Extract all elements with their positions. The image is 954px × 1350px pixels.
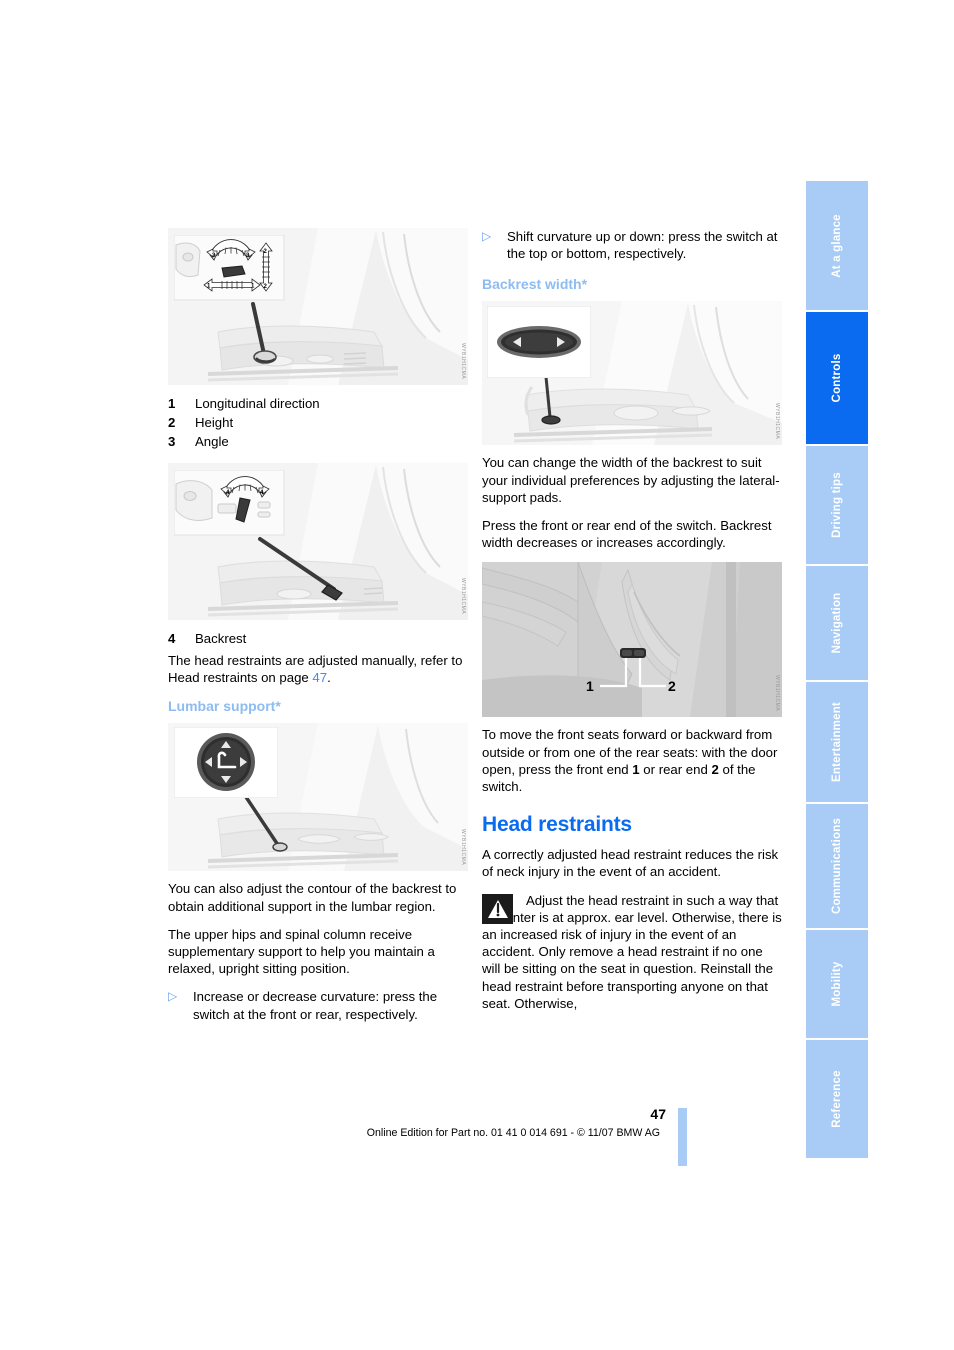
section-tab-label: Navigation: [831, 592, 843, 654]
section-tab-label: Entertainment: [831, 702, 843, 782]
section-tab-label: Communications: [831, 817, 843, 915]
heading-backrest-width: Backrest width*: [482, 276, 588, 293]
figure-backrest-switch: 4 4 WYB1H1CMA: [168, 463, 468, 620]
legend-row: 4 Backrest: [168, 629, 468, 648]
switch-end-label-1: 1: [632, 761, 640, 777]
figure-lumbar-support-switch: WYB1H1CMA: [168, 723, 468, 872]
right-column: ▷ Shift curvature up or down: press the …: [482, 228, 782, 1012]
paragraph-lumbar-2: The upper hips and spinal column receive…: [168, 926, 435, 977]
legend-list-seat-functions: 1 Longitudinal direction 2 Height 3 Angle: [168, 394, 468, 451]
bullet-text: Shift curvature up or down: press the sw…: [507, 229, 778, 262]
legend-label: Longitudinal direction: [195, 396, 320, 411]
figure-code: WYB1H1CMA: [774, 675, 780, 712]
svg-text:1: 1: [586, 678, 594, 694]
seat-illustration-rear-switch: 1 2: [482, 562, 782, 718]
legend-row: 2 Height: [168, 413, 468, 432]
manual-page: At a glance Controls Driving tips Navigatio…: [0, 0, 954, 1350]
paragraph-head-restraints-intro: A correctly adjusted head restraint redu…: [482, 847, 779, 880]
triangle-bullet-icon: ▷: [168, 989, 178, 1004]
warning-triangle-icon: [482, 893, 513, 924]
triangle-bullet-icon: ▷: [482, 229, 492, 243]
warning-block: Adjust the head restraint in such a way …: [482, 892, 782, 1012]
paragraph-lumbar-1: You can also adjust the contour of the b…: [168, 881, 457, 914]
lumbar-four-way-rocker-icon: [174, 727, 278, 799]
legend-number: 2: [168, 415, 176, 430]
switch-diagram-backrest-angle: 4 4: [174, 470, 285, 536]
section-tab-navigation[interactable]: Navigation: [806, 566, 868, 682]
heading-head-restraints: Head restraints: [482, 813, 632, 837]
section-tab-label: Mobility: [831, 961, 843, 1007]
section-tab-label: Controls: [831, 353, 843, 403]
bullet-text: Increase or decrease curvature: press th…: [193, 989, 438, 1022]
bullet-increase-decrease-curvature: ▷ Increase or decrease curvature: press …: [168, 988, 468, 1022]
legend-number: 1: [168, 396, 176, 411]
section-tab-label: At a glance: [831, 213, 843, 278]
left-column: 3 3 1 1 2 2 WYB1H1CMA 1 Longitudinal dir…: [168, 228, 468, 1034]
backrest-width-rocker-icon: [487, 306, 591, 379]
section-tab-driving-tips[interactable]: Driving tips: [806, 446, 868, 566]
text-after-link: .: [327, 670, 331, 686]
section-tab-at-a-glance[interactable]: At a glance: [806, 181, 868, 312]
page-link-47[interactable]: 47: [312, 670, 327, 685]
section-tab-communications[interactable]: Communications: [806, 804, 868, 930]
legend-number: 4: [168, 631, 176, 646]
footer-accent-bar: [678, 1108, 687, 1166]
figure-code: WYB1H1CMA: [460, 829, 466, 866]
switch-diagram-longitudinal-height-angle: 3 3 1 1 2 2: [174, 235, 285, 301]
heading-lumbar-support: Lumbar support*: [168, 698, 281, 715]
warning-triangle-glyph: [487, 899, 508, 918]
figure-backrest-width-switch: WYB1H1CMA: [482, 301, 782, 446]
section-tab-label: Driving tips: [831, 472, 843, 538]
move-seats-text-2: or rear end: [639, 761, 712, 777]
section-tab-controls[interactable]: Controls: [806, 312, 868, 446]
switch-end-label-2: 2: [711, 761, 719, 777]
legend-row: 1 Longitudinal direction: [168, 394, 468, 413]
figure-code: WYB1H1CMA: [460, 577, 466, 614]
legend-list-backrest: 4 Backrest: [168, 629, 468, 648]
paragraph-move-front-seats: To move the front seats forward or backw…: [482, 726, 782, 795]
section-tab-label: Reference: [831, 1070, 843, 1128]
section-tab-rail: At a glance Controls Driving tips Navigatio…: [806, 181, 868, 1160]
paragraph-head-restraints-ref: The head restraints are adjusted manuall…: [168, 652, 468, 686]
legend-row: 3 Angle: [168, 432, 468, 451]
warning-text: Adjust the head restraint in such a way …: [482, 892, 782, 1011]
legend-label: Angle: [195, 434, 229, 449]
section-tab-entertainment[interactable]: Entertainment: [806, 682, 868, 804]
paragraph-backrest-width-1: You can change the width of the backrest…: [482, 455, 780, 505]
legend-label: Backrest: [195, 631, 247, 646]
paragraph-backrest-width-2: Press the front or rear end of the switc…: [482, 518, 772, 551]
section-tab-reference[interactable]: Reference: [806, 1040, 868, 1160]
section-tab-mobility[interactable]: Mobility: [806, 930, 868, 1040]
figure-rear-access-switch: 1 2 WYB1H1CMA: [482, 562, 782, 718]
legend-number: 3: [168, 434, 176, 449]
figure-code: WYB1H1CMA: [774, 403, 780, 440]
figure-code: WYB1H1CMA: [460, 342, 466, 379]
legend-label: Height: [195, 415, 234, 430]
bullet-shift-curvature: ▷ Shift curvature up or down: press the …: [482, 228, 782, 262]
figure-seat-adjustment-switch: 3 3 1 1 2 2 WYB1H1CMA: [168, 228, 468, 385]
svg-text:2: 2: [668, 678, 676, 694]
